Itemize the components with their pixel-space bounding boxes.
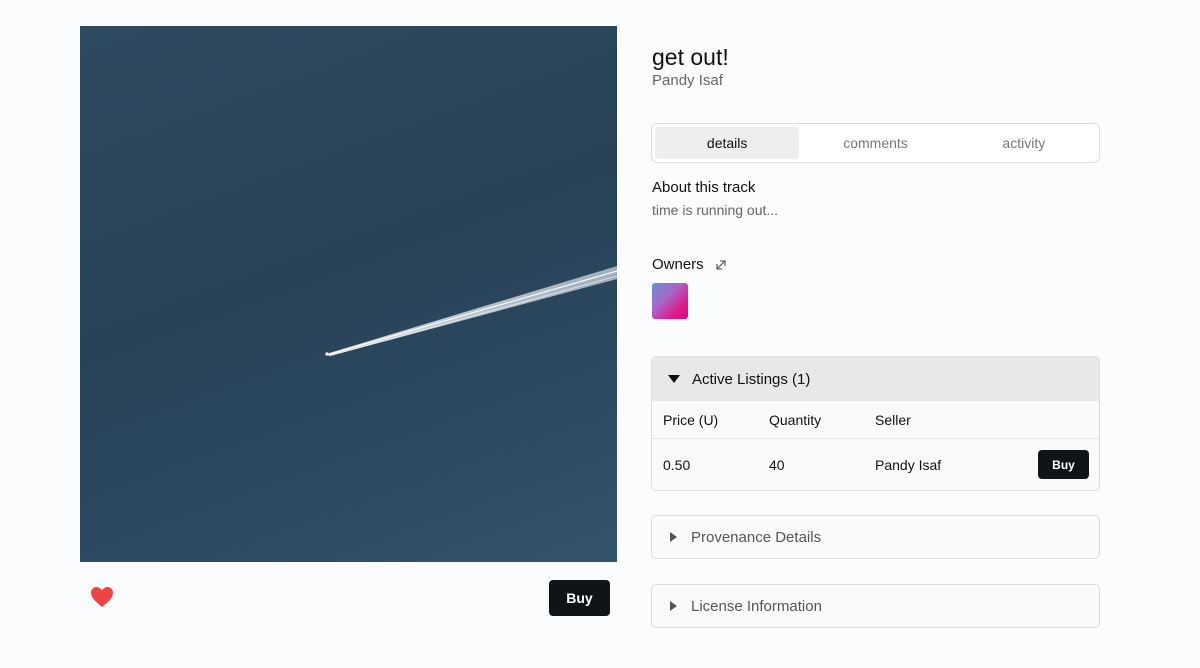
heart-icon: [91, 587, 113, 607]
tab-bar: details comments activity: [651, 123, 1100, 163]
tab-activity[interactable]: activity: [952, 127, 1096, 159]
column-seller: Seller: [875, 411, 911, 428]
buy-button[interactable]: Buy: [549, 580, 610, 616]
tab-details[interactable]: details: [655, 127, 800, 159]
active-listings-heading: Active Listings (1): [692, 370, 811, 388]
listing-seller[interactable]: Pandy Isaf: [875, 457, 1035, 473]
column-price: Price (U): [663, 411, 719, 428]
license-information-toggle[interactable]: License Information: [651, 584, 1100, 628]
license-heading: License Information: [691, 597, 822, 615]
like-button[interactable]: [90, 586, 114, 608]
owners-heading: Owners: [652, 256, 704, 273]
column-quantity: Quantity: [769, 411, 822, 428]
listing-quantity: 40: [769, 456, 785, 473]
owners-section: Owners: [652, 256, 728, 273]
active-listings-toggle[interactable]: Active Listings (1): [652, 357, 1099, 401]
listing-row: 0.50 40 Pandy Isaf Buy: [652, 439, 1099, 490]
about-text: time is running out...: [652, 202, 779, 218]
contrail-graphic: [325, 266, 617, 357]
listings-header-row: Price (U) Quantity Seller: [652, 401, 1099, 439]
tab-comments[interactable]: comments: [803, 127, 947, 159]
artist-name[interactable]: Pandy Isaf: [652, 72, 723, 89]
listing-price: 0.50: [663, 456, 691, 473]
active-listings-panel: Active Listings (1) Price (U) Quantity S…: [651, 356, 1100, 491]
caret-down-icon: [668, 375, 680, 383]
provenance-details-toggle[interactable]: Provenance Details: [651, 515, 1100, 559]
expand-arrow-icon[interactable]: [714, 258, 728, 272]
provenance-heading: Provenance Details: [691, 528, 822, 546]
listing-buy-button[interactable]: Buy: [1038, 450, 1089, 479]
owner-avatar[interactable]: [652, 283, 688, 319]
caret-right-icon: [670, 532, 677, 542]
track-artwork: [80, 26, 617, 562]
track-title: get out!: [652, 44, 729, 70]
about-heading: About this track: [652, 179, 756, 196]
caret-right-icon: [670, 601, 677, 611]
